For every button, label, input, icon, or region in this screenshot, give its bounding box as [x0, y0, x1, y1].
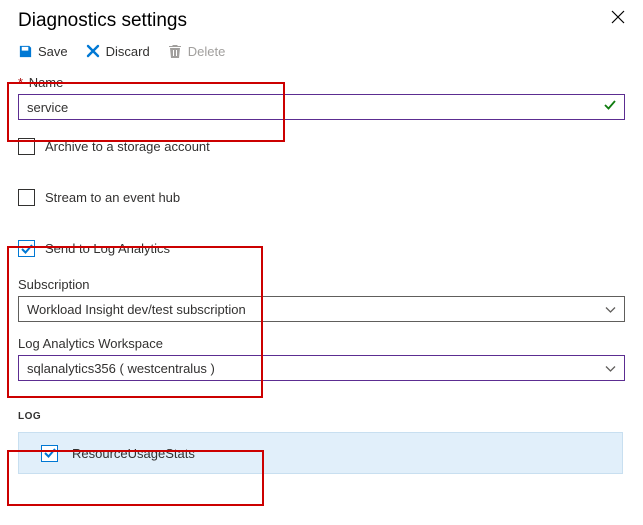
archive-label: Archive to a storage account: [45, 139, 210, 154]
log-item-label: ResourceUsageStats: [72, 446, 195, 461]
delete-icon: [168, 44, 183, 59]
close-button[interactable]: [611, 10, 625, 27]
workspace-select[interactable]: sqlanalytics356 ( westcentralus ): [18, 355, 625, 381]
discard-button[interactable]: Discard: [86, 44, 150, 59]
discard-icon: [86, 44, 101, 59]
panel-title: Diagnostics settings: [18, 10, 187, 32]
subscription-label: Subscription: [18, 277, 625, 292]
archive-checkbox[interactable]: [18, 138, 35, 155]
content-area: * Name Archive to a storage account Stre…: [0, 75, 643, 474]
subscription-select[interactable]: Workload Insight dev/test subscription: [18, 296, 625, 322]
name-label-row: * Name: [18, 75, 625, 90]
log-analytics-option[interactable]: Send to Log Analytics: [18, 240, 625, 257]
save-button[interactable]: Save: [18, 44, 68, 59]
chevron-down-icon: [605, 302, 616, 317]
stream-option[interactable]: Stream to an event hub: [18, 189, 625, 206]
discard-label: Discard: [106, 44, 150, 59]
log-analytics-label: Send to Log Analytics: [45, 241, 170, 256]
subscription-field: Subscription Workload Insight dev/test s…: [18, 277, 625, 322]
close-icon: [611, 10, 625, 24]
workspace-field: Log Analytics Workspace sqlanalytics356 …: [18, 336, 625, 381]
toolbar: Save Discard Delete: [0, 38, 643, 69]
save-label: Save: [38, 44, 68, 59]
log-item-checkbox[interactable]: [41, 445, 58, 462]
checkmark-icon: [603, 98, 617, 116]
workspace-label: Log Analytics Workspace: [18, 336, 625, 351]
name-input[interactable]: [18, 94, 625, 120]
log-item-row[interactable]: ResourceUsageStats: [18, 432, 623, 474]
log-section-header: LOG: [18, 411, 625, 422]
name-label: Name: [29, 75, 64, 90]
workspace-value: sqlanalytics356 ( westcentralus ): [27, 361, 215, 376]
log-analytics-checkbox[interactable]: [18, 240, 35, 257]
required-indicator: *: [18, 75, 23, 90]
stream-label: Stream to an event hub: [45, 190, 180, 205]
delete-label: Delete: [188, 44, 226, 59]
chevron-down-icon: [605, 361, 616, 376]
save-icon: [18, 44, 33, 59]
stream-checkbox[interactable]: [18, 189, 35, 206]
subscription-value: Workload Insight dev/test subscription: [27, 302, 246, 317]
panel-header: Diagnostics settings: [0, 0, 643, 38]
name-field-group: * Name: [18, 75, 625, 120]
archive-option[interactable]: Archive to a storage account: [18, 138, 625, 155]
name-input-wrap: [18, 94, 625, 120]
delete-button: Delete: [168, 44, 226, 59]
